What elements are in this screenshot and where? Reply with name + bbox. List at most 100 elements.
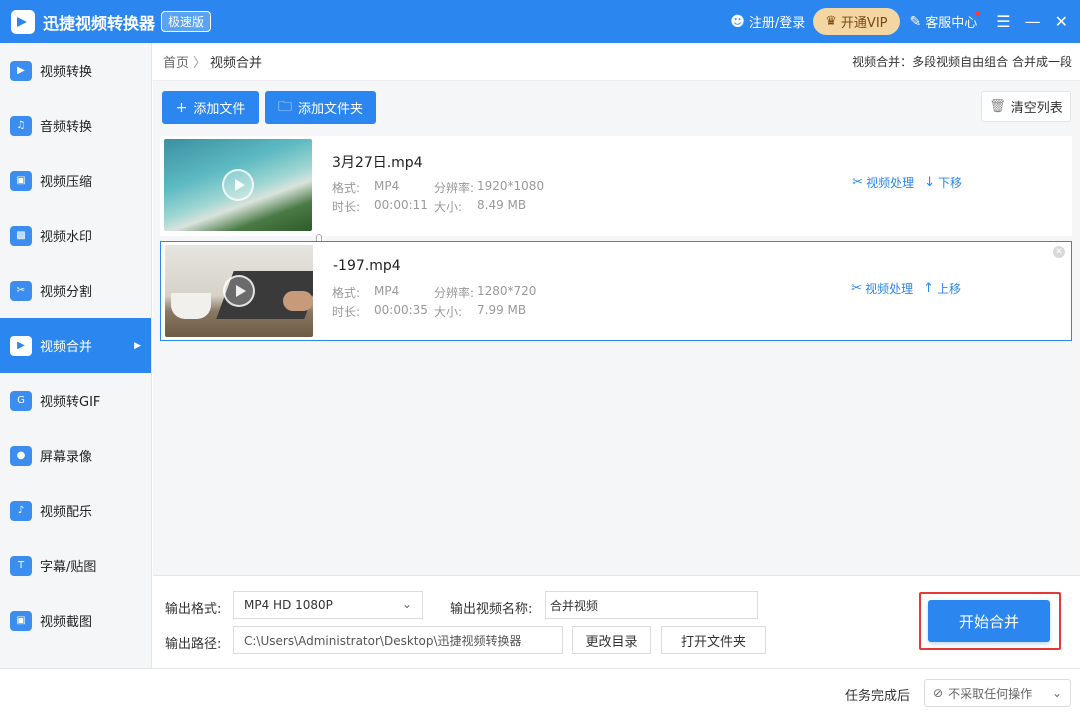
- video-compress-icon: ▣: [10, 170, 32, 191]
- after-task-value: 不采取任何操作: [948, 686, 1033, 701]
- minimize-icon[interactable]: —: [1025, 12, 1041, 31]
- login-button[interactable]: ☻ 注册/登录: [730, 12, 805, 32]
- subtitle-icon: T: [10, 555, 32, 576]
- gif-icon: G: [10, 390, 32, 411]
- video-thumbnail[interactable]: [164, 139, 312, 231]
- sidebar-item-video-merge[interactable]: ▶ 视频合并 ▶: [0, 318, 151, 373]
- start-merge-button[interactable]: 开始合并: [928, 600, 1050, 642]
- video-list: 3月27日.mp4 格式: MP4 分辨率: 1920*1080 时长: 00:…: [160, 136, 1072, 576]
- video-split-icon: ✂: [10, 280, 32, 301]
- chevron-down-icon: ⌄: [1051, 686, 1062, 700]
- sidebar-item-label: 视频水印: [40, 230, 93, 245]
- add-folder-button[interactable]: 🗀 添加文件夹: [265, 91, 376, 124]
- move-down-button[interactable]: ↓ 下移: [924, 174, 962, 191]
- crown-icon: ♛: [825, 14, 837, 29]
- output-format-value: MP4 HD 1080P: [244, 598, 333, 612]
- video-process-button[interactable]: ✂ 视频处理: [852, 174, 914, 191]
- breadcrumb-home[interactable]: 首页: [163, 52, 189, 71]
- video-item[interactable]: -197.mp4 格式: MP4 分辨率: 1280*720 时长: 00:00…: [160, 241, 1072, 341]
- app-title: 迅捷视频转换器: [43, 13, 156, 33]
- page-description: 视频合并：多段视频自由组合 合并成一段: [852, 55, 1072, 69]
- video-thumbnail[interactable]: [165, 245, 313, 337]
- sidebar-item-video-convert[interactable]: ▶ 视频转换: [0, 43, 151, 98]
- vip-button[interactable]: ♛ 开通VIP: [813, 8, 900, 35]
- add-folder-label: 添加文件夹: [297, 102, 363, 117]
- resolution-label: 分辨率:: [434, 181, 475, 195]
- sidebar-item-video-watermark[interactable]: ▩ 视频水印: [0, 208, 151, 263]
- output-path-field[interactable]: C:\Users\Administrator\Desktop\迅捷视频转换器: [233, 626, 563, 654]
- change-directory-label: 更改目录: [585, 634, 638, 650]
- chat-icon: ✎: [909, 13, 922, 30]
- sidebar-item-screenshot[interactable]: ▣ 视频截图: [0, 593, 151, 648]
- close-icon[interactable]: ✕: [1055, 12, 1068, 31]
- play-icon[interactable]: [222, 169, 254, 201]
- sidebar-item-subtitle[interactable]: T 字幕/贴图: [0, 538, 151, 593]
- hamburger-icon[interactable]: ☰: [996, 12, 1010, 31]
- format-value: MP4: [374, 284, 400, 298]
- plus-icon: +: [175, 99, 188, 116]
- sidebar-item-audio-convert[interactable]: ♫ 音频转换: [0, 98, 151, 153]
- footer-bar: 任务完成后 ⊘ 不采取任何操作 ⌄: [0, 668, 1080, 717]
- sidebar-item-video-music[interactable]: ♪ 视频配乐: [0, 483, 151, 538]
- add-file-button[interactable]: + 添加文件: [162, 91, 259, 124]
- sidebar-item-label: 视频合并: [40, 340, 93, 355]
- vip-label: 开通VIP: [840, 16, 888, 31]
- move-up-button[interactable]: ↑ 上移: [923, 280, 961, 297]
- breadcrumb-current: 视频合并: [210, 56, 263, 71]
- output-format-select[interactable]: MP4 HD 1080P ⌄: [233, 591, 423, 619]
- clear-list-label: 清空列表: [1010, 101, 1063, 116]
- sidebar-item-label: 视频转换: [40, 65, 93, 80]
- sidebar-item-video-split[interactable]: ✂ 视频分割: [0, 263, 151, 318]
- chevron-down-icon: ⌄: [401, 597, 412, 611]
- caret-right-icon: ▶: [134, 340, 141, 351]
- size-value: 8.49 MB: [477, 198, 527, 212]
- sidebar-item-label: 视频分割: [40, 285, 93, 300]
- breadcrumb: 首页 〉 视频合并 视频合并：多段视频自由组合 合并成一段: [153, 43, 1080, 81]
- main-panel: 首页 〉 视频合并 视频合并：多段视频自由组合 合并成一段 + 添加文件 🗀 添…: [153, 43, 1080, 575]
- screen-record-icon: ●: [10, 445, 32, 466]
- size-label: 大小:: [434, 305, 463, 319]
- notification-dot: [975, 11, 981, 16]
- move-up-label: 上移: [936, 282, 961, 296]
- sidebar-item-label: 视频转GIF: [40, 395, 101, 410]
- remove-item-icon[interactable]: ✕: [1053, 246, 1065, 258]
- open-folder-button[interactable]: 打开文件夹: [661, 626, 766, 654]
- output-path-label: 输出路径:: [165, 637, 222, 652]
- duration-label: 时长:: [332, 200, 361, 214]
- support-button[interactable]: ✎ 客服中心: [909, 11, 983, 31]
- sidebar-item-video-gif[interactable]: G 视频转GIF: [0, 373, 151, 428]
- sidebar-item-video-compress[interactable]: ▣ 视频压缩: [0, 153, 151, 208]
- size-label: 大小:: [434, 200, 463, 214]
- play-icon[interactable]: [223, 275, 255, 307]
- app-logo-icon: [11, 9, 35, 34]
- scissors-icon: ✂: [851, 281, 863, 296]
- video-actions: ✂ 视频处理 ↑ 上移: [841, 280, 961, 297]
- resolution-value: 1920*1080: [477, 179, 545, 193]
- start-highlight-box: 开始合并: [919, 592, 1061, 650]
- video-process-label: 视频处理: [866, 176, 915, 190]
- change-directory-button[interactable]: 更改目录: [572, 626, 651, 654]
- add-file-label: 添加文件: [193, 102, 246, 117]
- video-item[interactable]: 3月27日.mp4 格式: MP4 分辨率: 1920*1080 时长: 00:…: [160, 136, 1072, 236]
- resolution-label: 分辨率:: [434, 286, 475, 300]
- video-process-label: 视频处理: [865, 282, 914, 296]
- video-process-button[interactable]: ✂ 视频处理: [851, 280, 913, 297]
- duration-value: 00:00:11: [374, 198, 428, 212]
- audio-convert-icon: ♫: [10, 115, 32, 136]
- video-actions: ✂ 视频处理 ↓ 下移: [842, 174, 962, 191]
- output-name-value: 合并视频: [550, 598, 599, 613]
- duration-value: 00:00:35: [374, 303, 428, 317]
- sidebar-item-screen-record[interactable]: ● 屏幕录像: [0, 428, 151, 483]
- no-action-icon: ⊘: [933, 686, 944, 700]
- music-icon: ♪: [10, 500, 32, 521]
- after-task-select[interactable]: ⊘ 不采取任何操作 ⌄: [924, 679, 1071, 707]
- breadcrumb-separator: 〉: [193, 56, 207, 71]
- clear-list-button[interactable]: 🗑 清空列表: [981, 91, 1071, 122]
- output-format-label: 输出格式:: [165, 602, 222, 617]
- output-name-input[interactable]: 合并视频: [545, 591, 758, 619]
- sidebar-item-label: 音频转换: [40, 120, 93, 135]
- move-down-label: 下移: [937, 176, 962, 190]
- sidebar-item-label: 字幕/贴图: [40, 560, 97, 575]
- screenshot-icon: ▣: [10, 610, 32, 631]
- folder-icon: 🗀: [277, 98, 292, 115]
